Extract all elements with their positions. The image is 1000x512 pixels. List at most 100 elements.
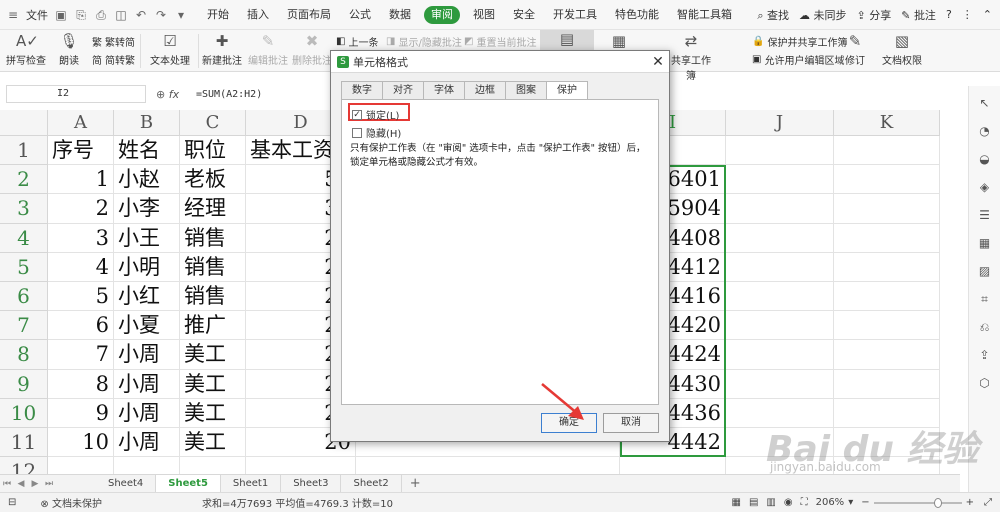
export-icon[interactable]: ⎘	[74, 8, 88, 22]
row-header-4[interactable]: 4	[0, 223, 48, 253]
menu-tab-2[interactable]: 页面布局	[278, 0, 340, 30]
close-icon[interactable]: ✕	[647, 53, 669, 71]
cell-A2[interactable]: 1	[48, 165, 114, 195]
backup-icon[interactable]: ⎌	[977, 319, 993, 335]
name-box[interactable]: I2	[6, 85, 146, 103]
cell-B3[interactable]: 小李	[114, 194, 180, 224]
print-icon[interactable]: ⎙	[94, 8, 108, 22]
redo-icon[interactable]: ↷	[154, 8, 168, 22]
share-workbook-button[interactable]: ⇄ 共享工作簿	[668, 32, 714, 82]
fullscreen-icon[interactable]: ⛶	[801, 497, 808, 508]
cell-A7[interactable]: 6	[48, 311, 114, 341]
fill-icon[interactable]: ◈	[977, 179, 993, 195]
spell-check-button[interactable]: A✓ 拼写检查	[6, 32, 46, 67]
cell-C6[interactable]: 销售	[180, 282, 246, 312]
cell-A10[interactable]: 9	[48, 398, 114, 428]
collapse-icon[interactable]: ⌃	[983, 8, 992, 21]
cell-K5[interactable]	[834, 252, 940, 282]
formula-input[interactable]: =SUM(A2:H2)	[196, 89, 262, 100]
row-header-7[interactable]: 7	[0, 311, 48, 341]
sync-status[interactable]: ☁ 未同步	[799, 7, 847, 23]
style-icon[interactable]: ◒	[977, 151, 993, 167]
row-header-6[interactable]: 6	[0, 282, 48, 312]
cell-K4[interactable]	[834, 223, 940, 253]
cell-C5[interactable]: 销售	[180, 252, 246, 282]
row-header-3[interactable]: 3	[0, 194, 48, 224]
cell-A3[interactable]: 2	[48, 194, 114, 224]
filter-icon[interactable]: ☰	[977, 207, 993, 223]
column-header-A[interactable]: A	[48, 110, 114, 136]
read-aloud-button[interactable]: 🎙 朗读	[54, 32, 84, 67]
sheet-tab-1[interactable]: Sheet5	[156, 474, 221, 493]
cancel-button[interactable]: 取消	[603, 413, 659, 433]
dialog-tab-4[interactable]: 图案	[505, 81, 547, 99]
zoom-slider-handle[interactable]	[933, 497, 942, 508]
last-sheet-icon[interactable]: ⏭	[42, 479, 56, 489]
menu-tab-10[interactable]: 智能工具箱	[668, 0, 741, 30]
undo-icon[interactable]: ↶	[134, 8, 148, 22]
edit-comment-button[interactable]: ✎ 编辑批注	[248, 32, 288, 67]
view-layout-icon[interactable]: ▥	[766, 497, 775, 508]
cell-C11[interactable]: 美工	[180, 428, 246, 458]
help-icon[interactable]: ?	[946, 8, 952, 21]
view-normal-icon[interactable]: ▦	[732, 497, 741, 508]
cell-A1[interactable]: 序号	[48, 136, 114, 166]
row-header-10[interactable]: 10	[0, 398, 48, 428]
cell-K2[interactable]	[834, 165, 940, 195]
cell-A8[interactable]: 7	[48, 340, 114, 370]
cell-B9[interactable]: 小周	[114, 369, 180, 399]
protect-status[interactable]: ⊗ 文档未保护	[40, 495, 102, 510]
row-header-11[interactable]: 11	[0, 428, 48, 458]
share-sidebar-icon[interactable]: ⇪	[977, 347, 993, 363]
locked-checkbox[interactable]: ✓ 锁定(L)	[352, 107, 399, 122]
cell-J3[interactable]	[726, 194, 834, 224]
reset-comment-button[interactable]: ◩ 重置当前批注	[464, 34, 536, 49]
cell-B10[interactable]: 小周	[114, 398, 180, 428]
menu-icon[interactable]: ≡	[6, 8, 20, 22]
row-header-8[interactable]: 8	[0, 340, 48, 370]
cell-J2[interactable]	[726, 165, 834, 195]
menu-tab-1[interactable]: 插入	[238, 0, 278, 30]
cell-B4[interactable]: 小王	[114, 223, 180, 253]
menu-tab-3[interactable]: 公式	[340, 0, 380, 30]
cell-J9[interactable]	[726, 369, 834, 399]
cell-K1[interactable]	[834, 136, 940, 166]
first-sheet-icon[interactable]: ⏮	[0, 479, 14, 489]
cell-J4[interactable]	[726, 223, 834, 253]
preview-icon[interactable]: ◫	[114, 8, 128, 22]
protect-share-button[interactable]: 🔒 保护并共享工作簿	[752, 34, 847, 49]
hidden-checkbox[interactable]: 隐藏(H)	[352, 125, 401, 140]
column-header-C[interactable]: C	[180, 110, 246, 136]
file-menu[interactable]: 文件	[26, 7, 48, 23]
show-hide-comment-button[interactable]: ◨ 显示/隐藏批注	[386, 34, 462, 49]
prev-comment-button[interactable]: ◧ 上一条	[336, 34, 378, 49]
row-header-2[interactable]: 2	[0, 165, 48, 195]
cell-C8[interactable]: 美工	[180, 340, 246, 370]
zoom-slider[interactable]	[873, 497, 962, 508]
cell-C2[interactable]: 老板	[180, 165, 246, 195]
cell-J1[interactable]	[726, 136, 834, 166]
cell-J8[interactable]	[726, 340, 834, 370]
menu-tab-0[interactable]: 开始	[198, 0, 238, 30]
zoom-level[interactable]: 206%	[816, 497, 845, 508]
cell-C7[interactable]: 推广	[180, 311, 246, 341]
row-header-1[interactable]: 1	[0, 136, 48, 166]
cell-K3[interactable]	[834, 194, 940, 224]
zoom-in-icon[interactable]: +	[966, 497, 974, 508]
add-sheet-icon[interactable]: +	[410, 476, 421, 491]
cell-B6[interactable]: 小红	[114, 282, 180, 312]
cell-B5[interactable]: 小明	[114, 252, 180, 282]
next-sheet-icon[interactable]: ▶	[28, 479, 42, 489]
sheet-tab-2[interactable]: Sheet1	[221, 474, 282, 493]
text-process-button[interactable]: ☑ 文本处理	[146, 32, 194, 67]
cell-J5[interactable]	[726, 252, 834, 282]
cell-A5[interactable]: 4	[48, 252, 114, 282]
cell-J6[interactable]	[726, 282, 834, 312]
cell-B11[interactable]: 小周	[114, 428, 180, 458]
sheet-tab-0[interactable]: Sheet4	[96, 474, 157, 493]
box-icon[interactable]: ⬡	[977, 375, 993, 391]
chevron-down-icon[interactable]: ▾	[174, 8, 188, 22]
eye-icon[interactable]: ◉	[784, 497, 793, 508]
cell-K6[interactable]	[834, 282, 940, 312]
cell-K8[interactable]	[834, 340, 940, 370]
